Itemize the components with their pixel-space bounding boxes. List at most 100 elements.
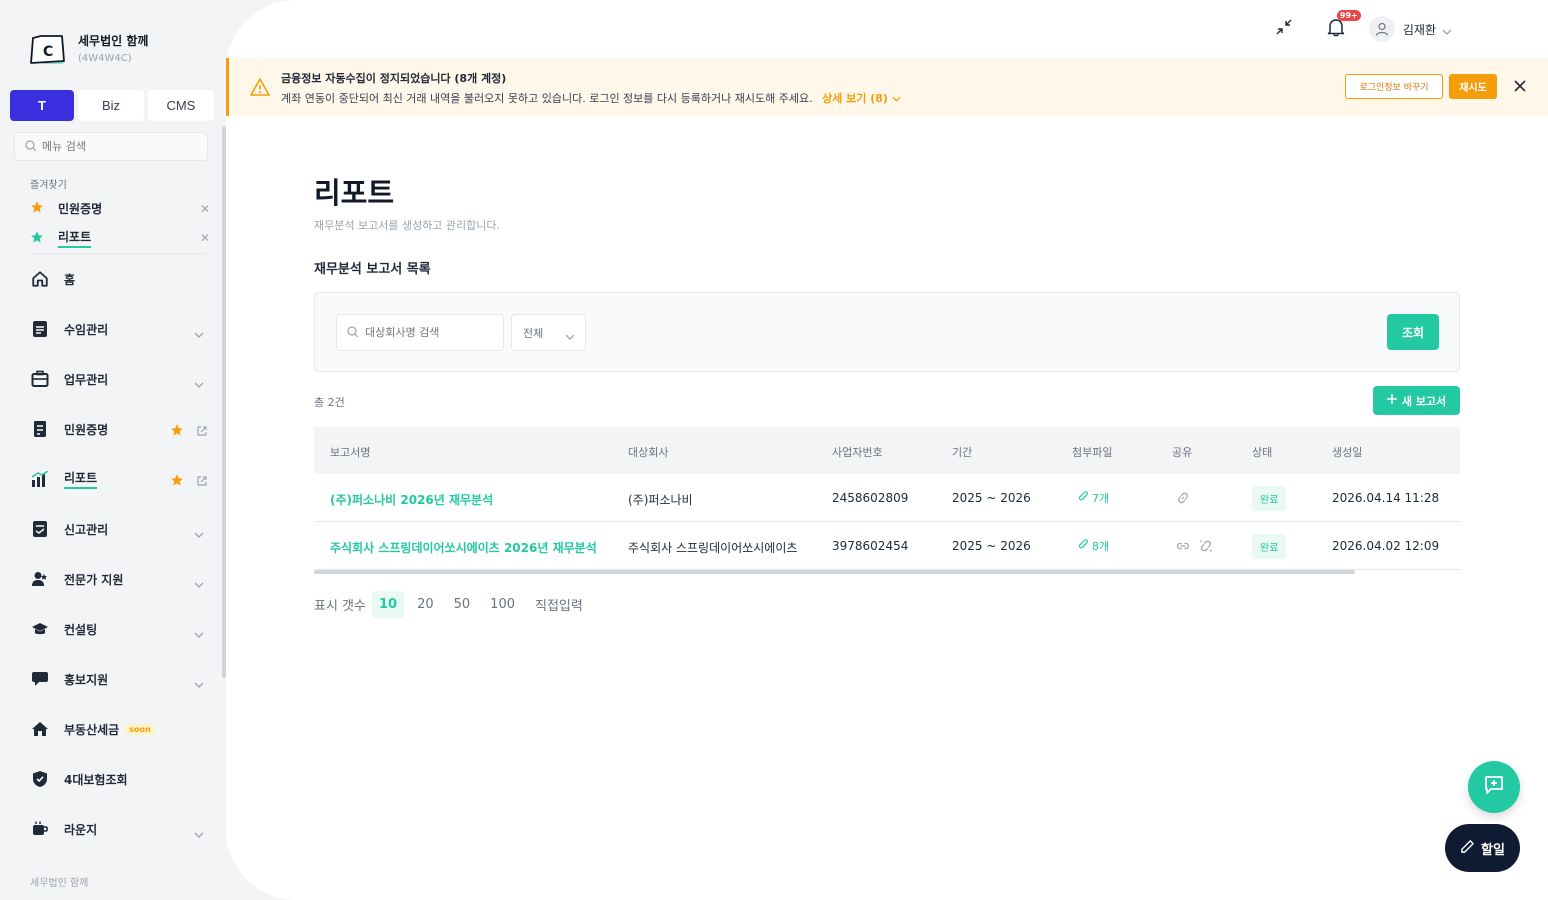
megaphone-icon bbox=[30, 669, 50, 689]
sidebar-item-lounge[interactable]: 라운지 bbox=[30, 814, 210, 844]
sidebar-item-home[interactable]: 홈 bbox=[30, 264, 210, 294]
external-link-icon[interactable] bbox=[196, 422, 208, 441]
brand-code: (4W4W4C) bbox=[78, 53, 132, 64]
shield-icon bbox=[30, 769, 50, 789]
sidebar-item-label: 신고관리 bbox=[64, 522, 109, 537]
star-icon[interactable] bbox=[170, 472, 184, 491]
tab-cms[interactable]: CMS bbox=[148, 90, 214, 121]
column-header[interactable]: 공유 bbox=[1172, 444, 1192, 460]
chevron-down-icon bbox=[194, 623, 204, 642]
search-button[interactable]: 조회 bbox=[1387, 314, 1439, 350]
table-row[interactable]: 주식회사 스프링데이어쏘시에이츠 2026년 재무분석 주식회사 스프링데이어쏘… bbox=[314, 522, 1460, 570]
page-size-option[interactable]: 10 bbox=[371, 591, 405, 618]
attachments-link[interactable]: 8개 bbox=[1078, 538, 1109, 554]
sidebar-item-expert[interactable]: 전문가 지원 bbox=[30, 564, 210, 594]
company-search-input[interactable] bbox=[365, 326, 495, 339]
share-cell bbox=[1176, 538, 1213, 557]
close-icon[interactable] bbox=[1513, 78, 1527, 97]
favorite-item-report[interactable]: 리포트 ✕ bbox=[30, 228, 210, 248]
share-cell bbox=[1176, 490, 1190, 509]
menu-search bbox=[14, 132, 208, 161]
retry-button[interactable]: 재시도 bbox=[1449, 74, 1497, 99]
sidebar-item-promotion[interactable]: 홍보지원 bbox=[30, 664, 210, 694]
menu-search-input[interactable] bbox=[42, 140, 192, 153]
alert-title: 금융정보 자동수집이 정지되었습니다 (8개 계정) bbox=[281, 72, 507, 85]
alert-description-text: 계좌 연동이 중단되어 최신 거래 내역을 불러오지 못하고 있습니다. 로그인… bbox=[281, 92, 813, 105]
section-title: 재무분석 보고서 목록 bbox=[314, 262, 431, 277]
new-report-button[interactable]: 새 보고서 bbox=[1373, 386, 1460, 415]
table-row[interactable]: (주)퍼소나비 2026년 재무분석 (주)퍼소나비 2458602809 20… bbox=[314, 474, 1460, 522]
page-size-custom[interactable]: 직접입력 bbox=[528, 589, 590, 620]
sidebar-item-label: 수임관리 bbox=[64, 322, 109, 337]
company-search bbox=[336, 314, 504, 351]
chart-icon bbox=[30, 469, 50, 489]
report-name-link[interactable]: (주)퍼소나비 2026년 재무분석 bbox=[330, 491, 493, 508]
chat-button[interactable] bbox=[1468, 761, 1520, 813]
sidebar-item-engagement[interactable]: 수임관리 bbox=[30, 314, 210, 344]
attachments-link[interactable]: 7개 bbox=[1078, 490, 1109, 506]
sidebar-item-report[interactable]: 리포트 bbox=[30, 464, 210, 494]
sidebar-item-label: 부동산세금 bbox=[64, 722, 120, 737]
page-size-option[interactable]: 50 bbox=[447, 591, 478, 618]
unlink-icon[interactable] bbox=[1199, 538, 1213, 557]
favorite-item-certificate[interactable]: 민원증명 ✕ bbox=[30, 199, 210, 218]
column-header[interactable]: 기간 bbox=[952, 444, 972, 460]
sidebar-item-label: 업무관리 bbox=[64, 372, 109, 387]
notification-button[interactable]: 99+ bbox=[1323, 10, 1361, 42]
paperclip-icon bbox=[1078, 491, 1089, 505]
document-icon bbox=[30, 319, 50, 339]
filing-icon bbox=[30, 519, 50, 539]
column-header[interactable]: 상태 bbox=[1252, 444, 1272, 460]
page-size-label: 표시 갯수 bbox=[314, 599, 366, 614]
sidebar-item-real-estate-tax[interactable]: 부동산세금 soon bbox=[30, 714, 210, 744]
page-size-option[interactable]: 100 bbox=[483, 591, 522, 618]
alert-details-link[interactable]: 상세 보기 (8) bbox=[822, 92, 901, 105]
status-select[interactable]: 전체 bbox=[511, 314, 586, 351]
column-header[interactable]: 생성일 bbox=[1332, 444, 1362, 460]
sidebar-item-label: 리포트 bbox=[64, 469, 98, 489]
table-header: 보고서명 대상회사 사업자번호 기간 첨부파일 공유 상태 생성일 bbox=[314, 427, 1460, 474]
created-date-cell: 2026.04.02 12:09 bbox=[1332, 539, 1440, 553]
column-header[interactable]: 대상회사 bbox=[628, 444, 668, 460]
link-icon[interactable] bbox=[1176, 538, 1190, 557]
soon-badge: soon bbox=[125, 723, 155, 735]
alert-description: 계좌 연동이 중단되어 최신 거래 내역을 불러오지 못하고 있습니다. 로그인… bbox=[281, 90, 901, 106]
link-icon[interactable] bbox=[1176, 490, 1190, 509]
expert-icon bbox=[30, 569, 50, 589]
remove-favorite-icon[interactable]: ✕ bbox=[200, 202, 210, 216]
todo-button[interactable]: 할일 bbox=[1445, 824, 1520, 872]
column-header[interactable]: 사업자번호 bbox=[832, 444, 883, 460]
column-header[interactable]: 보고서명 bbox=[330, 444, 370, 460]
collapse-button[interactable] bbox=[1271, 16, 1297, 42]
report-name-link[interactable]: 주식회사 스프링데이어쏘시에이츠 2026년 재무분석 bbox=[330, 539, 597, 556]
user-menu[interactable]: 김재환 bbox=[1368, 16, 1452, 42]
status-badge: 완료 bbox=[1252, 534, 1287, 559]
alert-details-label: 상세 보기 (8) bbox=[822, 92, 888, 105]
sidebar-item-certificate[interactable]: 민원증명 bbox=[30, 414, 210, 444]
house-icon bbox=[30, 719, 50, 739]
remove-favorite-icon[interactable]: ✕ bbox=[200, 231, 210, 245]
brand[interactable]: C 세무법인 함께 (4W4W4C) bbox=[28, 30, 148, 66]
column-header[interactable]: 첨부파일 bbox=[1072, 444, 1112, 460]
sidebar-item-work[interactable]: 업무관리 bbox=[30, 364, 210, 394]
created-date-cell: 2026.04.14 11:28 bbox=[1332, 491, 1440, 505]
pencil-icon bbox=[1460, 839, 1475, 858]
tab-t[interactable]: T bbox=[10, 90, 74, 121]
search-icon bbox=[25, 137, 37, 156]
sidebar-item-label: 전문가 지원 bbox=[64, 572, 124, 587]
sidebar-item-insurance[interactable]: 4대보험조회 bbox=[30, 764, 210, 794]
sidebar-item-consulting[interactable]: 컨설팅 bbox=[30, 614, 210, 644]
sidebar-item-label: 컨설팅 bbox=[64, 622, 98, 637]
external-link-icon[interactable] bbox=[196, 472, 208, 491]
sidebar-footer: 세무법인 함께 bbox=[30, 878, 89, 889]
graduation-cap-icon bbox=[30, 619, 50, 639]
company-cell: (주)퍼소나비 bbox=[628, 493, 693, 507]
star-icon[interactable] bbox=[170, 422, 184, 441]
sidebar-item-filing[interactable]: 신고관리 bbox=[30, 514, 210, 544]
todo-label: 할일 bbox=[1481, 842, 1505, 858]
change-login-button[interactable]: 로그인정보 바꾸기 bbox=[1345, 74, 1443, 99]
tab-biz[interactable]: Biz bbox=[78, 90, 144, 121]
page-size-option[interactable]: 20 bbox=[410, 591, 441, 618]
table-horizontal-scrollbar[interactable] bbox=[314, 570, 1355, 574]
favorite-label: 리포트 bbox=[58, 228, 92, 248]
